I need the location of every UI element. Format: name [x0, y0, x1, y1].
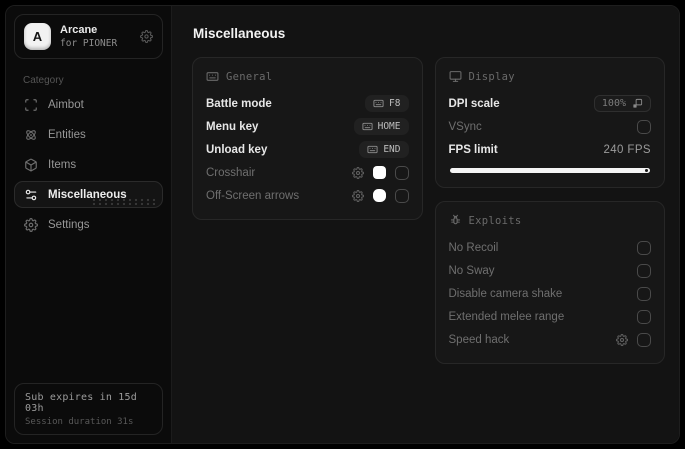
category-label: Category: [23, 75, 64, 86]
extended-melee-range-row: Extended melee range: [448, 305, 651, 328]
sidebar-item-label: Settings: [48, 218, 90, 231]
dpi-scale-row: DPI scale 100%: [448, 92, 651, 115]
crosshair-checkbox[interactable]: [394, 165, 409, 180]
panel-title: General: [226, 70, 273, 83]
sidebar: A Arcane for PIONER Category Aimbot Enti…: [6, 6, 172, 443]
disable-camera-shake-row: Disable camera shake: [448, 282, 651, 305]
atom-icon: [24, 128, 38, 142]
main-content: Miscellaneous General Battle mode F8 Men…: [172, 6, 679, 443]
sidebar-item-label: Items: [48, 158, 77, 171]
row-label: VSync: [448, 120, 482, 133]
sidebar-item-entities[interactable]: Entities: [14, 121, 163, 148]
account-gear-icon[interactable]: [140, 30, 153, 43]
disable-camera-shake-checkbox[interactable]: [637, 286, 651, 301]
scan-icon: [24, 98, 38, 112]
no-sway-checkbox[interactable]: [637, 263, 651, 278]
sidebar-item-miscellaneous[interactable]: Miscellaneous: [14, 181, 163, 208]
unload-key-keybind-button[interactable]: END: [359, 141, 409, 158]
battle-mode-keybind-button[interactable]: F8: [365, 95, 409, 112]
display-panel: Display DPI scale 100% VSync FPS limit 2…: [434, 57, 665, 188]
dpi-scale-value: 100%: [601, 98, 626, 109]
keybind-value: END: [383, 144, 401, 155]
row-label: Speed hack: [448, 333, 510, 346]
offscreen-arrows-checkbox[interactable]: [394, 188, 409, 203]
sidebar-item-aimbot[interactable]: Aimbot: [14, 91, 163, 118]
box-icon: [24, 158, 38, 172]
row-label: Off-Screen arrows: [206, 189, 300, 202]
vsync-checkbox[interactable]: [637, 119, 651, 134]
vsync-row: VSync: [448, 115, 651, 138]
row-label: No Recoil: [448, 241, 499, 254]
menu-key-row: Menu key HOME: [206, 115, 409, 138]
exploits-panel: Exploits No Recoil No Sway Disable camer…: [434, 201, 665, 364]
fps-limit-row: FPS limit 240 FPS: [449, 138, 652, 161]
unload-key-row: Unload key END: [206, 138, 409, 161]
panel-title: Display: [468, 70, 515, 83]
crosshair-settings-gear-icon[interactable]: [352, 167, 364, 179]
panel-title: Exploits: [468, 214, 522, 227]
slider-thumb[interactable]: [645, 169, 648, 172]
keyboard-icon: [206, 70, 219, 83]
keyboard-icon: [362, 121, 373, 132]
scale-icon: [632, 98, 643, 109]
row-label: Battle mode: [206, 97, 272, 110]
session-duration-text: Session duration 31s: [25, 417, 134, 427]
sliders-icon: [24, 188, 38, 202]
row-label: Extended melee range: [448, 310, 565, 323]
row-label: Disable camera shake: [448, 287, 563, 300]
subscription-card: Sub expires in 15d 03h Session duration …: [14, 383, 163, 435]
no-recoil-row: No Recoil: [448, 236, 651, 259]
row-label: No Sway: [448, 264, 495, 277]
no-recoil-checkbox[interactable]: [637, 240, 651, 255]
app-window: A Arcane for PIONER Category Aimbot Enti…: [5, 5, 680, 444]
speed-hack-row: Speed hack: [448, 328, 651, 351]
dpi-scale-select[interactable]: 100%: [593, 95, 651, 112]
offscreen-arrows-color-swatch[interactable]: [372, 189, 386, 202]
crosshair-row: Crosshair: [206, 161, 409, 184]
monitor-icon: [449, 70, 462, 83]
app-title: Arcane: [60, 24, 98, 37]
crosshair-color-swatch[interactable]: [372, 166, 386, 179]
general-panel: General Battle mode F8 Menu key HOME Unl…: [192, 57, 423, 220]
page-title: Miscellaneous: [193, 26, 286, 41]
sidebar-nav: Aimbot Entities Items Miscellaneous Sett…: [6, 91, 171, 238]
offscreen-arrows-row: Off-Screen arrows: [206, 184, 409, 207]
row-label: FPS limit: [448, 143, 498, 156]
battle-mode-row: Battle mode F8: [206, 92, 409, 115]
keybind-value: F8: [389, 98, 401, 109]
app-header-card: A Arcane for PIONER: [14, 14, 163, 59]
app-title-block: Arcane for PIONER: [60, 24, 117, 49]
row-label: Crosshair: [206, 166, 256, 179]
keyboard-icon: [373, 98, 384, 109]
row-label: DPI scale: [448, 97, 500, 110]
fps-limit-slider[interactable]: [449, 168, 650, 173]
extended-melee-range-checkbox[interactable]: [637, 309, 651, 324]
speed-hack-settings-gear-icon[interactable]: [616, 334, 628, 346]
no-sway-row: No Sway: [448, 259, 651, 282]
speed-hack-checkbox[interactable]: [637, 332, 651, 347]
menu-key-keybind-button[interactable]: HOME: [353, 118, 409, 135]
row-label: Menu key: [206, 120, 259, 133]
app-subtitle: for PIONER: [60, 37, 118, 49]
offscreen-arrows-settings-gear-icon[interactable]: [352, 190, 364, 202]
sidebar-item-items[interactable]: Items: [14, 151, 163, 178]
sidebar-item-label: Aimbot: [48, 98, 84, 111]
sidebar-item-label: Miscellaneous: [48, 188, 127, 201]
keyboard-icon: [367, 144, 378, 155]
sub-expires-text: Sub expires in 15d 03h: [25, 392, 137, 414]
keybind-value: HOME: [377, 121, 401, 132]
bug-icon: [449, 214, 462, 227]
app-logo: A: [24, 23, 51, 50]
gear-icon: [24, 218, 38, 232]
row-label: Unload key: [206, 143, 268, 156]
fps-limit-value: 240 FPS: [603, 143, 651, 156]
sidebar-item-label: Entities: [48, 128, 86, 141]
sidebar-item-settings[interactable]: Settings: [14, 211, 163, 238]
